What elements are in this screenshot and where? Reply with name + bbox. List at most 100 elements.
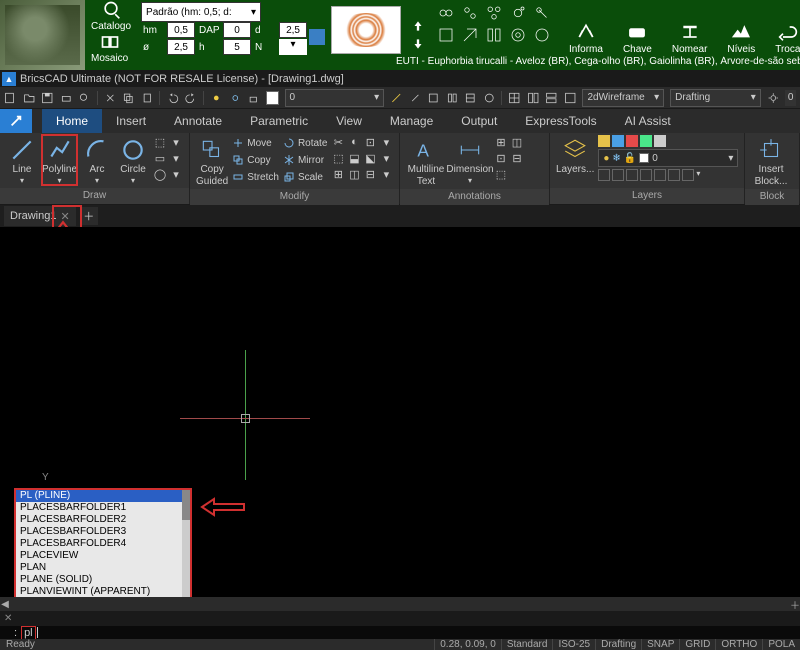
docbar-left[interactable]: ◀ bbox=[0, 599, 10, 610]
qat-undo-icon[interactable] bbox=[166, 91, 179, 105]
qat-print-icon[interactable] bbox=[60, 91, 73, 105]
status-grid[interactable]: GRID bbox=[679, 639, 715, 650]
ac-scrollbar[interactable] bbox=[182, 490, 190, 610]
status-dimstyle[interactable]: ISO-25 bbox=[552, 639, 595, 650]
arc-button[interactable]: Arc▾ bbox=[81, 135, 113, 185]
qat-vp1-icon[interactable] bbox=[527, 91, 540, 105]
layer-b5[interactable] bbox=[654, 169, 666, 181]
docbar-add[interactable]: ＋ bbox=[790, 597, 800, 612]
link3-icon[interactable] bbox=[485, 4, 503, 22]
preset-dropdown[interactable]: Padrão (hm: 0,5; d: ▾ bbox=[141, 2, 261, 22]
qat-freeze-icon[interactable] bbox=[229, 91, 242, 105]
qat-i3-icon[interactable] bbox=[427, 91, 440, 105]
link2-icon[interactable] bbox=[461, 4, 479, 22]
copy-guided-button[interactable]: CopyGuided bbox=[196, 135, 228, 187]
qat-color-swatch[interactable] bbox=[266, 91, 279, 105]
tab-view[interactable]: View bbox=[322, 109, 376, 133]
qat-brush-icon[interactable] bbox=[409, 91, 422, 105]
tab-parametric[interactable]: Parametric bbox=[236, 109, 322, 133]
qat-save-icon[interactable] bbox=[41, 91, 54, 105]
layer-b1[interactable] bbox=[598, 169, 610, 181]
ann-s2[interactable]: ◫ bbox=[510, 135, 524, 149]
row2-icon3[interactable] bbox=[485, 26, 503, 44]
qat-layer-combo[interactable]: 0▾ bbox=[285, 89, 385, 107]
tab-output[interactable]: Output bbox=[447, 109, 511, 133]
status-ortho[interactable]: ORTHO bbox=[715, 639, 762, 650]
cmd-close-icon[interactable]: ✕ bbox=[4, 613, 14, 624]
command-line[interactable]: : pl bbox=[0, 626, 800, 639]
mod-s5[interactable]: ⬓ bbox=[347, 151, 361, 165]
layer-ico3[interactable] bbox=[626, 135, 638, 147]
layer-b2[interactable] bbox=[612, 169, 624, 181]
layer-b4[interactable] bbox=[640, 169, 652, 181]
mtext-button[interactable]: AMultilineText bbox=[406, 135, 446, 187]
hm-input[interactable] bbox=[167, 22, 195, 38]
rotate-button[interactable]: Rotate bbox=[283, 135, 327, 151]
layer-ico5[interactable] bbox=[654, 135, 666, 147]
status-ws[interactable]: Drafting bbox=[595, 639, 641, 650]
add-tab-button[interactable]: ＋ bbox=[80, 207, 98, 225]
tab-insert[interactable]: Insert bbox=[102, 109, 160, 133]
qat-vp3-icon[interactable] bbox=[564, 91, 577, 105]
qat-cut-icon[interactable] bbox=[104, 91, 117, 105]
save-preset-icon[interactable] bbox=[309, 29, 325, 45]
visualstyle-combo[interactable]: 2dWireframe▾ bbox=[582, 89, 664, 107]
layers-button[interactable]: Layers... bbox=[556, 135, 594, 175]
tab-express[interactable]: ExpressTools bbox=[511, 109, 610, 133]
ac-item-0[interactable]: PL (PLINE) bbox=[16, 490, 190, 502]
row2-icon1[interactable] bbox=[437, 26, 455, 44]
d-input[interactable] bbox=[279, 22, 307, 38]
qat-redo-icon[interactable] bbox=[185, 91, 198, 105]
tab-annotate[interactable]: Annotate bbox=[160, 109, 236, 133]
qat-grid-icon[interactable] bbox=[508, 91, 521, 105]
qat-i6-icon[interactable] bbox=[483, 91, 496, 105]
dimension-button[interactable]: Dimension▾ bbox=[450, 135, 490, 185]
autocomplete-list[interactable]: PL (PLINE) PLACESBARFOLDER1 PLACESBARFOL… bbox=[14, 488, 192, 612]
mirror-button[interactable]: Mirror bbox=[283, 152, 327, 168]
mod-s1[interactable]: ✂ bbox=[331, 135, 345, 149]
app-menu-button[interactable] bbox=[0, 109, 32, 133]
chave-button[interactable]: Chave bbox=[613, 22, 662, 55]
informa-button[interactable]: Informa bbox=[559, 22, 613, 55]
qat-i5-icon[interactable] bbox=[464, 91, 477, 105]
draw-small-1[interactable]: ⬚ bbox=[153, 135, 167, 149]
mosaico-button[interactable]: Mosaico bbox=[85, 32, 134, 64]
draw-small-2[interactable]: ▭ bbox=[153, 151, 167, 165]
qat-gear-icon[interactable] bbox=[767, 91, 780, 105]
link4-icon[interactable] bbox=[509, 4, 527, 22]
line-button[interactable]: Line▾ bbox=[6, 135, 38, 185]
ac-item-6[interactable]: PLAN bbox=[16, 562, 190, 574]
qat-copy-icon[interactable] bbox=[122, 91, 135, 105]
draw-small-3[interactable]: ◯ bbox=[153, 167, 167, 181]
qat-new-icon[interactable] bbox=[4, 91, 17, 105]
circle-button[interactable]: Circle▾ bbox=[117, 135, 149, 185]
link5-icon[interactable] bbox=[533, 4, 551, 22]
dap-input[interactable] bbox=[223, 22, 251, 38]
qat-lock-icon[interactable] bbox=[247, 91, 260, 105]
ac-item-4[interactable]: PLACESBARFOLDER4 bbox=[16, 538, 190, 550]
mod-s4[interactable]: ⬚ bbox=[331, 151, 345, 165]
move-button[interactable]: Move bbox=[232, 135, 279, 151]
arrow-up-icon[interactable] bbox=[411, 19, 425, 33]
row2-icon5[interactable] bbox=[533, 26, 551, 44]
qat-vp2-icon[interactable] bbox=[545, 91, 558, 105]
qat-i4-icon[interactable] bbox=[446, 91, 459, 105]
niveis-button[interactable]: Níveis bbox=[717, 22, 765, 55]
mod-s2[interactable]: ◐ bbox=[347, 135, 361, 149]
catalogo-button[interactable]: Catalogo bbox=[85, 0, 137, 32]
acc-input[interactable] bbox=[167, 39, 195, 55]
layer-ico1[interactable] bbox=[598, 135, 610, 147]
row2-icon2[interactable] bbox=[461, 26, 479, 44]
mod-s3[interactable]: ⊡ bbox=[363, 135, 377, 149]
arrow-down-icon[interactable] bbox=[411, 37, 425, 51]
status-std[interactable]: Standard bbox=[501, 639, 553, 650]
status-polar[interactable]: POLA bbox=[762, 639, 800, 650]
ac-item-5[interactable]: PLACEVIEW bbox=[16, 550, 190, 562]
ac-item-2[interactable]: PLACESBARFOLDER2 bbox=[16, 514, 190, 526]
mod-s9[interactable]: ⊟ bbox=[363, 167, 377, 181]
nomear-button[interactable]: Nomear bbox=[662, 22, 718, 55]
mod-s8[interactable]: ◫ bbox=[347, 167, 361, 181]
layer-ico2[interactable] bbox=[612, 135, 624, 147]
qat-open-icon[interactable] bbox=[23, 91, 36, 105]
stretch-button[interactable]: Stretch bbox=[232, 169, 279, 185]
